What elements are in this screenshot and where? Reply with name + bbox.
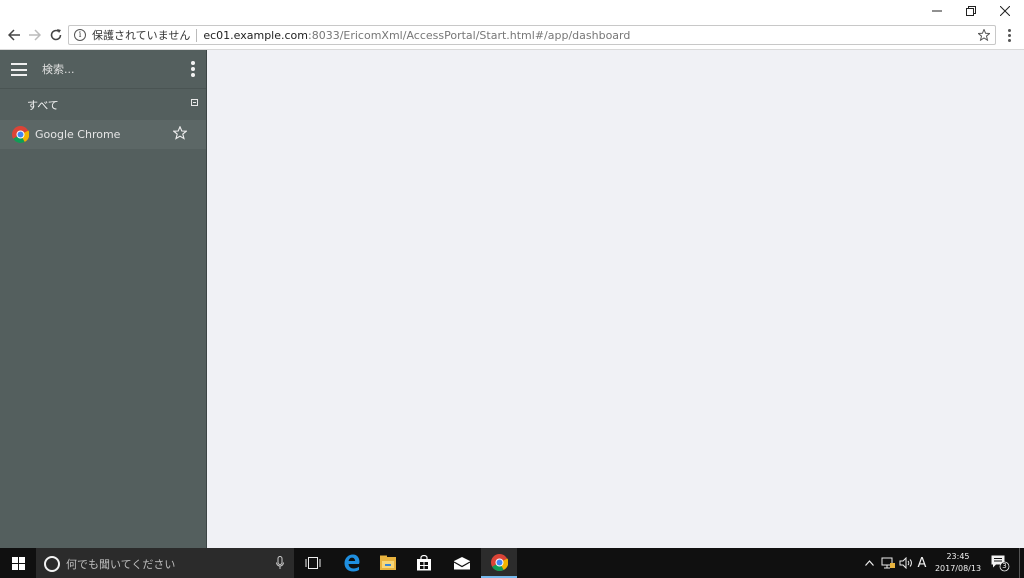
- clock-date: 2017/08/13: [934, 564, 982, 573]
- arrow-right-icon: [29, 29, 41, 41]
- chrome-icon: [12, 126, 29, 143]
- sidebar-item-google-chrome[interactable]: Google Chrome: [0, 120, 206, 149]
- windows-logo-icon: [11, 556, 25, 570]
- url-path: :8033/EricomXml/AccessPortal/Start.html#…: [308, 28, 631, 42]
- network-icon: [881, 557, 895, 569]
- taskbar-chrome-button[interactable]: [481, 548, 517, 578]
- volume-icon: [899, 557, 912, 569]
- app-sidebar: すべて Google Chrome: [0, 50, 207, 548]
- show-desktop-button[interactable]: [1019, 548, 1020, 578]
- address-separator: [196, 28, 198, 42]
- minimize-button[interactable]: [920, 0, 954, 22]
- favorite-star-icon[interactable]: [173, 126, 187, 140]
- microphone-icon[interactable]: [276, 556, 284, 570]
- sidebar-more-icon[interactable]: [190, 61, 196, 77]
- taskbar-search-placeholder: 何でも聞いてください: [66, 558, 176, 571]
- taskbar-clock[interactable]: 23:45 2017/08/13: [930, 551, 986, 575]
- sidebar-category-all[interactable]: すべて: [0, 89, 206, 119]
- window-titlebar: [0, 0, 1024, 22]
- reload-icon: [50, 29, 62, 41]
- sidebar-search-input[interactable]: [42, 61, 172, 77]
- back-button[interactable]: [4, 25, 24, 45]
- bookmark-star-button[interactable]: [976, 27, 992, 43]
- minimize-icon: [932, 10, 942, 12]
- ime-mode-indicator[interactable]: A: [915, 548, 929, 578]
- store-icon: [417, 555, 431, 571]
- restore-button[interactable]: [954, 0, 988, 22]
- clock-time: 23:45: [946, 552, 970, 561]
- volume-tray-button[interactable]: [898, 548, 914, 578]
- forward-button[interactable]: [25, 25, 45, 45]
- mail-icon: [453, 556, 471, 569]
- network-tray-button[interactable]: [879, 548, 897, 578]
- task-view-button[interactable]: [295, 548, 331, 578]
- show-hidden-icons-button[interactable]: [862, 548, 876, 578]
- taskbar-mail-button[interactable]: [444, 548, 480, 578]
- restore-icon: [966, 6, 976, 16]
- browser-toolbar: i 保護されていません ec01.example.com:8033/Ericom…: [0, 22, 1024, 50]
- task-view-icon: [305, 557, 321, 569]
- browser-menu-button[interactable]: [1003, 26, 1015, 44]
- start-button[interactable]: [0, 548, 36, 578]
- url-host: ec01.example.com: [203, 28, 308, 42]
- reload-button[interactable]: [46, 25, 66, 45]
- security-status[interactable]: 保護されていません: [92, 27, 190, 43]
- edge-icon: [344, 554, 360, 572]
- sidebar-header: [0, 50, 206, 89]
- taskbar-store-button[interactable]: [406, 548, 442, 578]
- hamburger-menu-icon[interactable]: [11, 63, 27, 76]
- close-icon: [1000, 6, 1010, 16]
- notification-count: 3: [1002, 562, 1007, 570]
- address-bar[interactable]: i 保護されていません ec01.example.com:8033/Ericom…: [68, 25, 996, 45]
- category-label: すべて: [27, 99, 59, 112]
- collapse-icon[interactable]: [191, 99, 198, 106]
- dashboard-content: [207, 50, 1024, 548]
- close-button[interactable]: [988, 0, 1022, 22]
- action-center-button[interactable]: 3: [990, 554, 1010, 572]
- taskbar-edge-button[interactable]: [334, 548, 370, 578]
- star-icon: [978, 29, 990, 41]
- info-icon[interactable]: i: [74, 29, 86, 41]
- taskbar-search-box[interactable]: 何でも聞いてください: [36, 548, 294, 578]
- chrome-icon: [490, 553, 508, 571]
- taskbar-explorer-button[interactable]: [370, 548, 406, 578]
- app-label: Google Chrome: [35, 128, 121, 141]
- arrow-left-icon: [8, 29, 20, 41]
- folder-icon: [380, 555, 396, 570]
- chevron-up-icon: [864, 560, 874, 566]
- windows-taskbar: 何でも聞いてください A 23:45 2017/08/13 3: [0, 548, 1024, 578]
- cortana-icon: [44, 556, 60, 572]
